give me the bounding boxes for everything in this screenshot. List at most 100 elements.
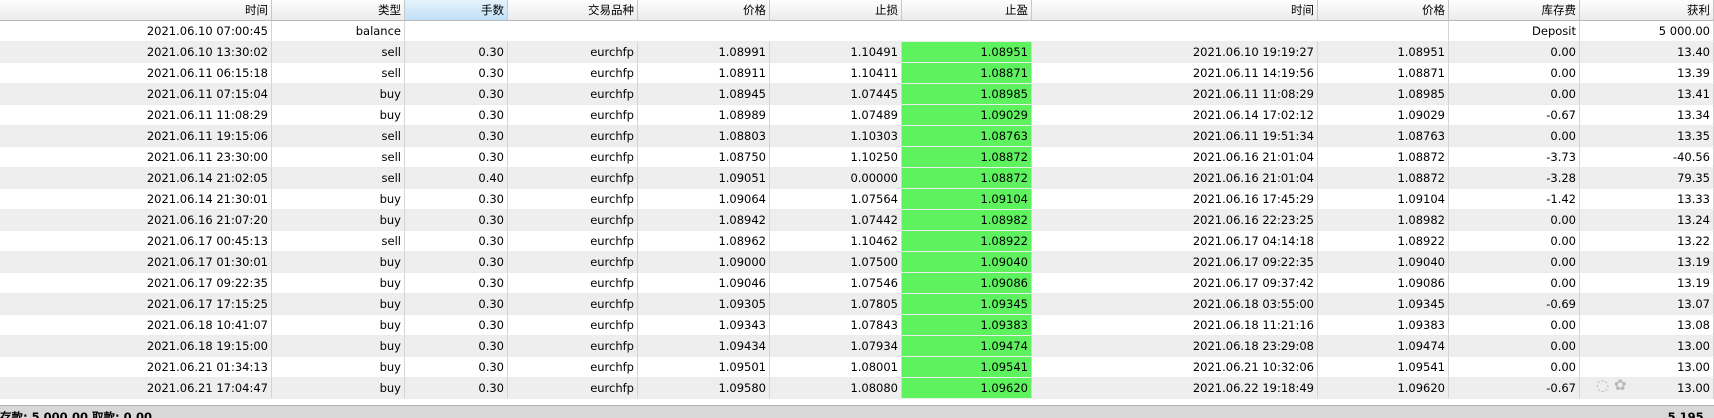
cell-close-price: 1.09029: [1318, 105, 1449, 126]
cell-stop-loss: 1.07843: [770, 315, 902, 336]
cell-lots: 0.30: [405, 336, 508, 357]
cell-close-time: 2021.06.21 10:32:06: [1032, 357, 1318, 378]
cell-symbol: eurchfp: [508, 84, 638, 105]
column-header-swap[interactable]: 库存费: [1449, 0, 1580, 21]
cell-type: balance: [272, 21, 405, 42]
cell-close-time: 2021.06.22 19:18:49: [1032, 378, 1318, 399]
cell-close-price: 1.08922: [1318, 231, 1449, 252]
cell-symbol: eurchfp: [508, 63, 638, 84]
cell-open-time: 2021.06.17 01:30:01: [0, 252, 272, 273]
cell-close-price: 1.09345: [1318, 294, 1449, 315]
cell-open-price: 1.09000: [638, 252, 770, 273]
column-header-open-price[interactable]: 价格: [638, 0, 770, 21]
cell-swap: 0.00: [1449, 84, 1580, 105]
cell-open-time: 2021.06.11 07:15:04: [0, 84, 272, 105]
cell-swap: -0.67: [1449, 105, 1580, 126]
cell-lots: 0.30: [405, 105, 508, 126]
cell-take-profit: 1.09383: [902, 315, 1032, 336]
cell-close-price: 1.09474: [1318, 336, 1449, 357]
column-header-lots[interactable]: 手数: [405, 0, 508, 21]
column-header-close-time[interactable]: 时间: [1032, 0, 1318, 21]
cell-type: buy: [272, 357, 405, 378]
column-header-open-time[interactable]: 时间: [0, 0, 272, 21]
cell-open-price: 1.08750: [638, 147, 770, 168]
trade-history-table: 时间 类型 手数 交易品种 价格 止损 止盈 时间 价格 库存费 获利 2021.06.10 07:0…: [0, 0, 1714, 417]
cell-open-time: 2021.06.21 17:04:47: [0, 378, 272, 399]
cell-open-price: 1.08942: [638, 210, 770, 231]
table-row[interactable]: 2021.06.11 19:15:06 sell 0.30 eurchfp 1.0880…: [0, 126, 1714, 147]
table-row[interactable]: 2021.06.18 19:15:00 buy 0.30 eurchfp 1.09434…: [0, 336, 1714, 357]
watermark-icon: ◌ ✿: [1596, 376, 1627, 394]
cell-type: buy: [272, 273, 405, 294]
column-header-close-price[interactable]: 价格: [1318, 0, 1449, 21]
cell-take-profit: 1.08871: [902, 63, 1032, 84]
cell-close-time: 2021.06.14 17:02:12: [1032, 105, 1318, 126]
cell-profit: 13.00: [1580, 357, 1714, 378]
cell-profit: 13.07: [1580, 294, 1714, 315]
cell-close-time: 2021.06.11 14:19:56: [1032, 63, 1318, 84]
table-row[interactable]: 2021.06.10 13:30:02 sell 0.30 eurchfp 1.0899…: [0, 42, 1714, 63]
table-row[interactable]: 2021.06.17 00:45:13 sell 0.30 eurchfp 1.0896…: [0, 231, 1714, 252]
table-row[interactable]: 2021.06.21 01:34:13 buy 0.30 eurchfp 1.09501…: [0, 357, 1714, 378]
cell-symbol: eurchfp: [508, 42, 638, 63]
cell-close-price: 1.08872: [1318, 147, 1449, 168]
table-row[interactable]: 2021.06.21 17:04:47 buy 0.30 eurchfp 1.09580…: [0, 378, 1714, 399]
table-row[interactable]: 2021.06.18 10:41:07 buy 0.30 eurchfp 1.09343…: [0, 315, 1714, 336]
cell-open-time: 2021.06.18 10:41:07: [0, 315, 272, 336]
cell-lots: 0.30: [405, 42, 508, 63]
cell-type: buy: [272, 189, 405, 210]
cell-take-profit: 1.08985: [902, 84, 1032, 105]
table-row[interactable]: 2021.06.17 17:15:25 buy 0.30 eurchfp 1.09305…: [0, 294, 1714, 315]
cell-close-price: 1.08982: [1318, 210, 1449, 231]
cell-symbol: eurchfp: [508, 357, 638, 378]
cell-open-price: 1.09343: [638, 315, 770, 336]
cell-swap: -3.28: [1449, 168, 1580, 189]
cell-type: sell: [272, 231, 405, 252]
column-header-stop-loss[interactable]: 止损: [770, 0, 902, 21]
table-row[interactable]: 2021.06.11 11:08:29 buy 0.30 eurchfp 1.08989…: [0, 105, 1714, 126]
cell-lots: 0.30: [405, 315, 508, 336]
table-row[interactable]: 2021.06.14 21:02:05 sell 0.40 eurchfp 1.0905…: [0, 168, 1714, 189]
cell-stop-loss: 0.00000: [770, 168, 902, 189]
cell-profit: 13.35: [1580, 126, 1714, 147]
column-header-profit[interactable]: 获利: [1580, 0, 1714, 21]
table-row[interactable]: 2021.06.14 21:30:01 buy 0.30 eurchfp 1.09064…: [0, 189, 1714, 210]
table-row[interactable]: 2021.06.11 23:30:00 sell 0.30 eurchfp 1.0875…: [0, 147, 1714, 168]
table-row[interactable]: 2021.06.17 09:22:35 buy 0.30 eurchfp 1.09046…: [0, 273, 1714, 294]
cell-symbol: eurchfp: [508, 105, 638, 126]
cell-stop-loss: 1.10491: [770, 42, 902, 63]
column-header-type[interactable]: 类型: [272, 0, 405, 21]
cell-stop-loss: 1.07445: [770, 84, 902, 105]
table-row[interactable]: 2021.06.16 21:07:20 buy 0.30 eurchfp 1.08942…: [0, 210, 1714, 231]
cell-symbol: eurchfp: [508, 126, 638, 147]
cell-profit: 5 000.00: [1580, 21, 1714, 42]
cell-open-price: 1.09501: [638, 357, 770, 378]
cell-close-time: 2021.06.17 04:14:18: [1032, 231, 1318, 252]
cell-close-time: 2021.06.16 21:01:04: [1032, 147, 1318, 168]
cell-lots: 0.30: [405, 378, 508, 399]
cell-symbol: eurchfp: [508, 231, 638, 252]
table-row[interactable]: 2021.06.17 01:30:01 buy 0.30 eurchfp 1.09000…: [0, 252, 1714, 273]
column-header-take-profit[interactable]: 止盈: [902, 0, 1032, 21]
cell-profit: 13.19: [1580, 273, 1714, 294]
cell-take-profit: 1.08922: [902, 231, 1032, 252]
cell-type: buy: [272, 336, 405, 357]
table-row[interactable]: 2021.06.11 06:15:18 sell 0.30 eurchfp 1.0891…: [0, 63, 1714, 84]
cell-close-time: 2021.06.18 11:21:16: [1032, 315, 1318, 336]
cell-take-profit: 1.08951: [902, 42, 1032, 63]
cell-profit: 13.08: [1580, 315, 1714, 336]
cell-close-time: 2021.06.16 22:23:25: [1032, 210, 1318, 231]
cell-lots: 0.40: [405, 168, 508, 189]
cell-close-price: 1.09620: [1318, 378, 1449, 399]
cell-take-profit: 1.09541: [902, 357, 1032, 378]
column-header-symbol[interactable]: 交易品种: [508, 0, 638, 21]
cell-profit: 13.34: [1580, 105, 1714, 126]
cell-swap: 0.00: [1449, 273, 1580, 294]
cell-swap: 0.00: [1449, 63, 1580, 84]
cell-take-profit: 1.08982: [902, 210, 1032, 231]
table-row[interactable]: 2021.06.11 07:15:04 buy 0.30 eurchfp 1.08945…: [0, 84, 1714, 105]
cell-open-price: 1.09305: [638, 294, 770, 315]
cell-type: buy: [272, 210, 405, 231]
cell-lots: 0.30: [405, 231, 508, 252]
balance-row[interactable]: 2021.06.10 07:00:45 balance Deposit 5 000.0…: [0, 21, 1714, 42]
